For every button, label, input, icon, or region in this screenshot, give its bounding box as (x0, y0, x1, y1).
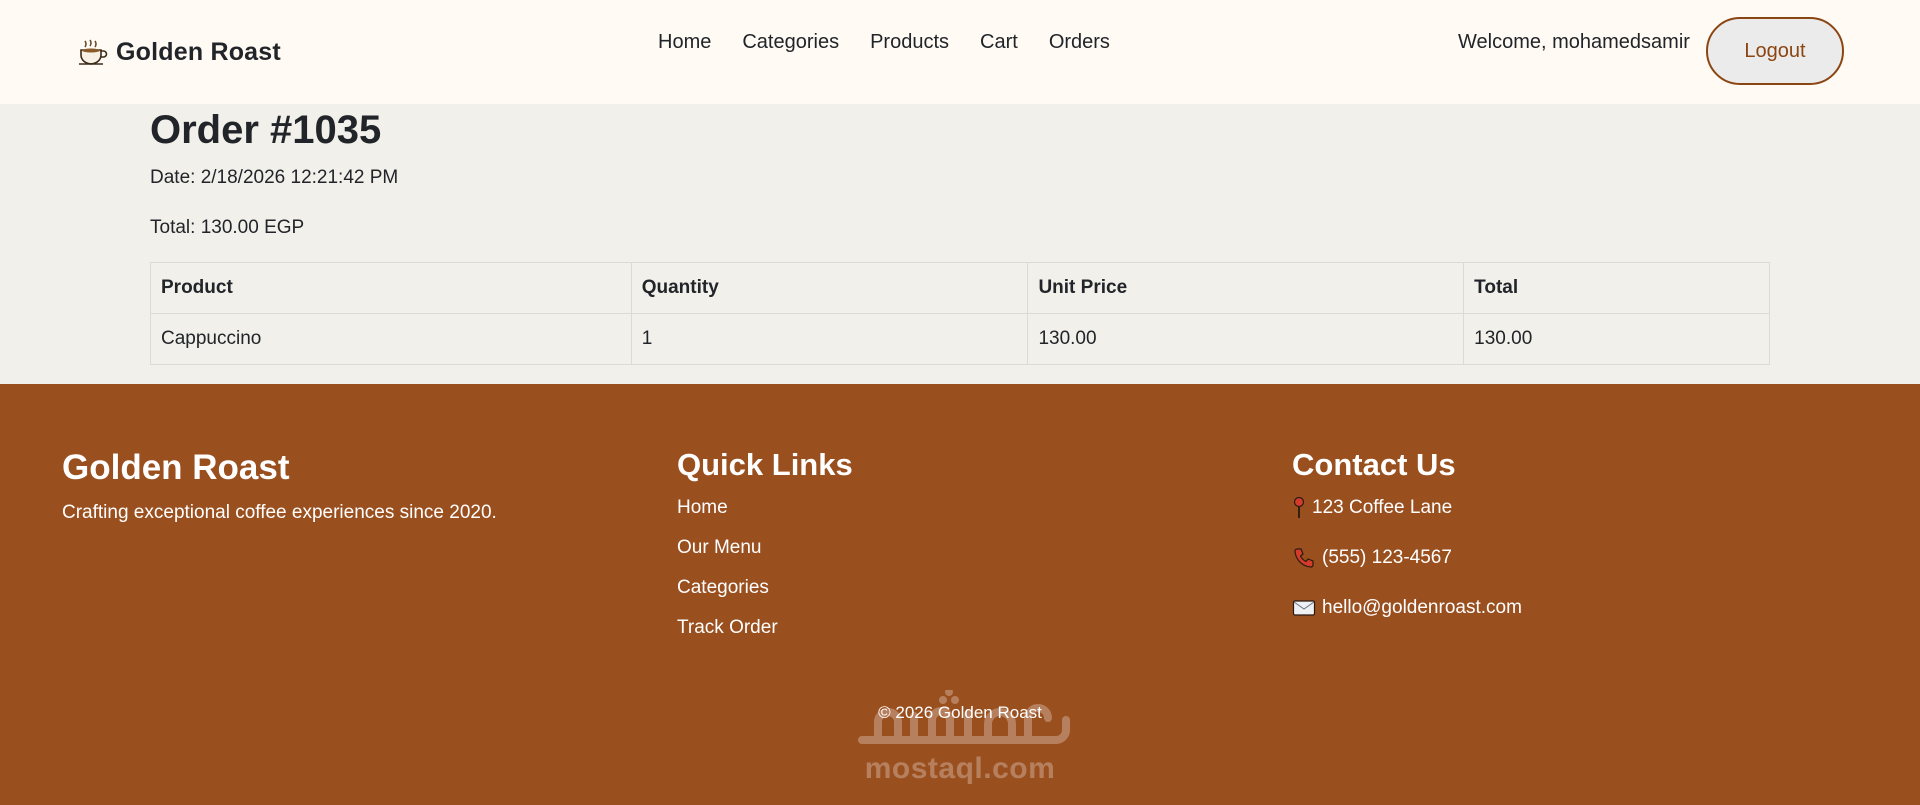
copyright-text: © 2026 Golden Roast (878, 703, 1042, 722)
nav-link-products[interactable]: Products (870, 31, 949, 53)
footer-link-categories[interactable]: Categories (677, 577, 769, 598)
table-header-row: Product Quantity Unit Price Total (150, 262, 1770, 314)
contact-email-text: hello@goldenroast.com (1322, 597, 1522, 618)
brand-link[interactable]: Golden Roast (76, 36, 281, 68)
footer-link-track-order[interactable]: Track Order (677, 617, 778, 638)
footer-link-home[interactable]: Home (677, 497, 728, 518)
contact-list: 123 Coffee Lane (555) 123-4567 hello@gol… (1292, 495, 1522, 645)
brand-name: Golden Roast (116, 37, 281, 66)
column-header-total: Total (1463, 262, 1770, 314)
contact-heading: Contact Us (1292, 447, 1456, 482)
page-title: Order #1035 (150, 108, 382, 152)
cell-product: Cappuccino (150, 313, 632, 365)
column-header-unit-price: Unit Price (1027, 262, 1465, 314)
contact-address-text: 123 Coffee Lane (1312, 497, 1453, 518)
contact-phone-text: (555) 123-4567 (1322, 547, 1452, 568)
contact-phone: (555) 123-4567 (1292, 545, 1522, 595)
column-header-product: Product (150, 262, 632, 314)
column-header-quantity: Quantity (630, 262, 1029, 314)
logout-button[interactable]: Logout (1706, 17, 1844, 85)
welcome-text: Welcome, mohamedsamir (1458, 31, 1690, 53)
cell-total: 130.00 (1463, 313, 1770, 365)
order-date: Date: 2/18/2026 12:21:42 PM (150, 167, 399, 188)
cell-unit-price: 130.00 (1027, 313, 1465, 365)
contact-email: hello@goldenroast.com (1292, 595, 1522, 645)
nav-link-orders[interactable]: Orders (1049, 31, 1110, 53)
footer-link-our-menu[interactable]: Our Menu (677, 537, 761, 558)
phone-icon (1292, 546, 1316, 570)
contact-address: 123 Coffee Lane (1292, 495, 1522, 545)
coffee-cup-icon (76, 36, 108, 68)
nav-link-cart[interactable]: Cart (980, 31, 1018, 53)
footer: Golden Roast Crafting exceptional coffee… (0, 384, 1920, 805)
navbar: Golden Roast Home Categories Products Ca… (0, 0, 1920, 104)
footer-tagline: Crafting exceptional coffee experiences … (62, 502, 497, 523)
nav-link-categories[interactable]: Categories (742, 31, 839, 53)
order-items-table: Product Quantity Unit Price Total Cappuc… (150, 262, 1770, 365)
nav-link-home[interactable]: Home (658, 31, 711, 53)
cell-quantity: 1 (630, 313, 1029, 365)
main-nav: Home Categories Products Cart Orders (658, 28, 1110, 56)
order-total: Total: 130.00 EGP (150, 217, 305, 238)
footer-brand-title: Golden Roast (62, 448, 290, 487)
envelope-icon (1292, 596, 1316, 620)
pin-icon (1292, 496, 1306, 520)
table-row: Cappuccino 1 130.00 130.00 (150, 313, 1770, 365)
quick-links-list: Home Our Menu Categories Track Order (677, 495, 778, 655)
quick-links-heading: Quick Links (677, 447, 853, 482)
